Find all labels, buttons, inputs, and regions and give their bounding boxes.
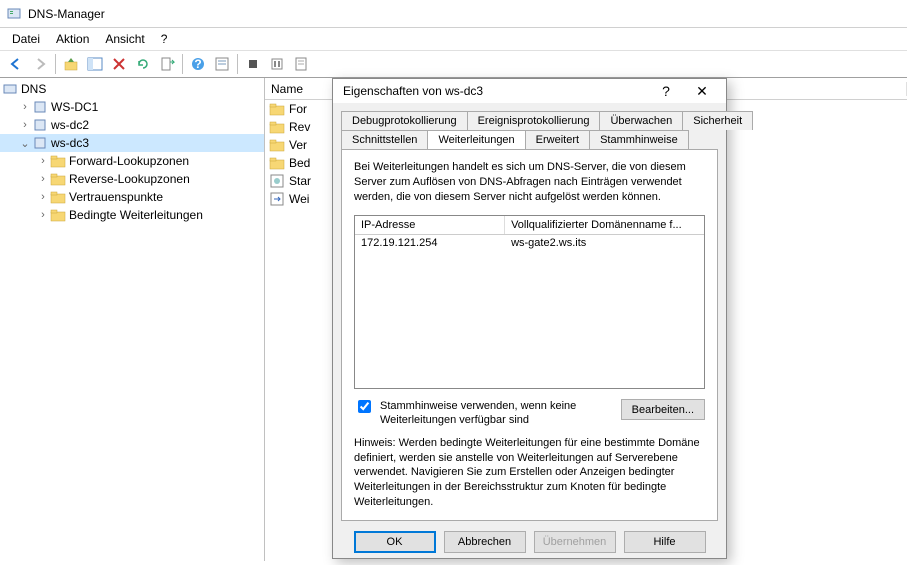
apply-button[interactable]: Übernehmen [534, 531, 616, 553]
server-icon [32, 135, 48, 151]
up-button[interactable] [59, 52, 83, 76]
edit-forwarders-button[interactable]: Bearbeiten... [621, 399, 705, 420]
toolbar: ? [0, 50, 907, 78]
dns-icon [2, 81, 18, 97]
app-icon [6, 6, 22, 22]
folder-icon [50, 207, 66, 223]
properties-button[interactable] [210, 52, 234, 76]
tab-sicherheit[interactable]: Sicherheit [682, 111, 753, 130]
roothints-icon [269, 173, 285, 189]
column-fqdn[interactable]: Vollqualifizierter Domänenname f... [505, 216, 688, 234]
tab-panel-weiterleitungen: Bei Weiterleitungen handelt es sich um D… [341, 149, 718, 521]
forwarder-fqdn: ws-gate2.ws.its [505, 235, 592, 251]
menubar: Datei Aktion Ansicht ? [0, 28, 907, 50]
folder-icon [269, 155, 285, 171]
forwarder-row[interactable]: 172.19.121.254 ws-gate2.ws.its [355, 235, 704, 251]
use-roothints-label: Stammhinweise verwenden, wenn keine Weit… [380, 399, 615, 428]
dialog-titlebar: Eigenschaften von ws-dc3 ? ✕ [333, 79, 726, 103]
tree-root-dns[interactable]: DNS [0, 80, 264, 98]
folder-icon [50, 153, 66, 169]
refresh-button[interactable] [131, 52, 155, 76]
tab-weiterleitungen[interactable]: Weiterleitungen [427, 130, 525, 149]
folder-icon [269, 137, 285, 153]
help-button[interactable]: ? [186, 52, 210, 76]
delete-button[interactable] [107, 52, 131, 76]
forwarders-description: Bei Weiterleitungen handelt es sich um D… [354, 160, 705, 205]
dialog-close-button[interactable]: ✕ [684, 79, 720, 103]
tree-server-wsdc1[interactable]: › WS-DC1 [0, 98, 264, 116]
window-title: DNS-Manager [28, 7, 105, 21]
tab-ueberwachen[interactable]: Überwachen [599, 111, 683, 130]
stop-button[interactable] [241, 52, 265, 76]
folder-icon [269, 119, 285, 135]
menu-ansicht[interactable]: Ansicht [97, 30, 152, 48]
show-hide-tree-button[interactable] [83, 52, 107, 76]
svg-text:?: ? [194, 57, 201, 71]
tree-server-wsdc3[interactable]: ⌄ ws-dc3 [0, 134, 264, 152]
start-button[interactable] [265, 52, 289, 76]
cancel-button[interactable]: Abbrechen [444, 531, 526, 553]
back-button[interactable] [4, 52, 28, 76]
expand-icon[interactable]: › [36, 209, 50, 221]
folder-icon [50, 189, 66, 205]
dialog-title: Eigenschaften von ws-dc3 [343, 84, 648, 98]
expand-icon[interactable]: › [36, 173, 50, 185]
window-titlebar: DNS-Manager [0, 0, 907, 28]
ok-button[interactable]: OK [354, 531, 436, 553]
folder-icon [50, 171, 66, 187]
expand-icon[interactable]: › [18, 119, 32, 131]
tree-trust-points[interactable]: › Vertrauenspunkte [0, 188, 264, 206]
tree-reverse-lookup[interactable]: › Reverse-Lookupzonen [0, 170, 264, 188]
forwarders-list[interactable]: IP-Adresse Vollqualifizierter Domänennam… [354, 215, 705, 390]
tree-forward-lookup[interactable]: › Forward-Lookupzonen [0, 152, 264, 170]
expand-icon[interactable]: › [36, 191, 50, 203]
tab-stammhinweise[interactable]: Stammhinweise [589, 130, 689, 149]
menu-aktion[interactable]: Aktion [48, 30, 97, 48]
forward-button[interactable] [28, 52, 52, 76]
forwarder-ip: 172.19.121.254 [355, 235, 505, 251]
column-ip[interactable]: IP-Adresse [355, 216, 505, 234]
collapse-icon[interactable]: ⌄ [18, 137, 32, 150]
tab-debugprotokollierung[interactable]: Debugprotokollierung [341, 111, 468, 130]
tree-server-wsdc2[interactable]: › ws-dc2 [0, 116, 264, 134]
tab-schnittstellen[interactable]: Schnittstellen [341, 130, 428, 149]
use-roothints-checkbox[interactable] [358, 400, 371, 413]
forwarders-icon [269, 191, 285, 207]
tab-erweitert[interactable]: Erweitert [525, 130, 590, 149]
dialog-help-button[interactable]: ? [648, 79, 684, 103]
tree-pane: DNS › WS-DC1 › ws-dc2 ⌄ ws-dc3 › Forward… [0, 78, 265, 561]
tab-ereignisprotokollierung[interactable]: Ereignisprotokollierung [467, 111, 601, 130]
expand-icon[interactable]: › [36, 155, 50, 167]
help-button[interactable]: Hilfe [624, 531, 706, 553]
folder-icon [269, 101, 285, 117]
menu-help[interactable]: ? [153, 30, 176, 48]
menu-datei[interactable]: Datei [4, 30, 48, 48]
tree-conditional-forwarders[interactable]: › Bedingte Weiterleitungen [0, 206, 264, 224]
expand-icon[interactable]: › [18, 101, 32, 113]
server-icon [32, 117, 48, 133]
properties-dialog: Eigenschaften von ws-dc3 ? ✕ Debugprotok… [332, 78, 727, 559]
pause-button[interactable] [289, 52, 313, 76]
dialog-button-row: OK Abbrechen Übernehmen Hilfe [333, 521, 726, 565]
export-button[interactable] [155, 52, 179, 76]
forwarders-hint: Hinweis: Werden bedingte Weiterleitungen… [354, 436, 705, 510]
server-icon [32, 99, 48, 115]
